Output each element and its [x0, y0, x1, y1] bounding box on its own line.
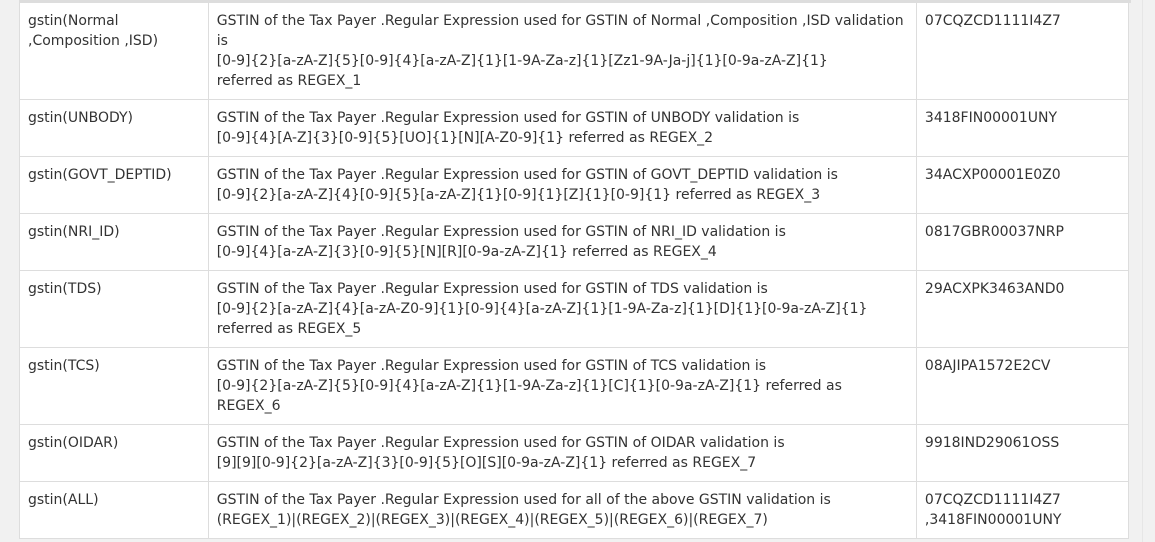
- description-line: GSTIN of the Tax Payer .Regular Expressi…: [216, 492, 831, 508]
- description-line: GSTIN of the Tax Payer .Regular Expressi…: [216, 435, 785, 451]
- sample-value-cell: 07CQZCD1111I4Z7 ,3418FIN00001UNY: [915, 481, 1130, 539]
- description-cell: GSTIN of the Tax Payer .Regular Expressi…: [207, 481, 917, 539]
- description-line: GSTIN of the Tax Payer .Regular Expressi…: [216, 224, 786, 240]
- content-area: gstin(Normal ,Composition ,ISD) GSTIN of…: [0, 0, 1143, 542]
- description-line: [0-9]{4}[A-Z]{3}[0-9]{5}[UO]{1}[N][A-Z0-…: [216, 130, 714, 146]
- description-cell: GSTIN of the Tax Payer .Regular Expressi…: [207, 347, 917, 425]
- field-name-cell: gstin(GOVT_DEPTID): [19, 156, 209, 214]
- description-line: GSTIN of the Tax Payer .Regular Expressi…: [216, 358, 767, 374]
- table-row: gstin(NRI_ID) GSTIN of the Tax Payer .Re…: [19, 213, 1130, 271]
- scrollbar-track[interactable]: [1142, 0, 1155, 542]
- description-line: [0-9]{4}[a-zA-Z]{3}[0-9]{5}[N][R][0-9a-z…: [216, 244, 717, 260]
- table-row: gstin(TCS) GSTIN of the Tax Payer .Regul…: [19, 347, 1130, 425]
- description-line: [0-9]{2}[a-zA-Z]{4}[0-9]{5}[a-zA-Z]{1}[0…: [216, 187, 821, 203]
- description-line: [0-9]{2}[a-zA-Z]{4}[a-zA-Z0-9]{1}[0-9]{4…: [216, 301, 868, 317]
- field-name-cell: gstin(NRI_ID): [19, 213, 209, 271]
- description-cell: GSTIN of the Tax Payer .Regular Expressi…: [207, 213, 917, 271]
- description-line: (REGEX_1)|(REGEX_2)|(REGEX_3)|(REGEX_4)|…: [216, 512, 768, 528]
- sample-value-cell: 3418FIN00001UNY: [915, 99, 1130, 157]
- field-name-cell: gstin(ALL): [19, 481, 209, 539]
- page: gstin(Normal ,Composition ,ISD) GSTIN of…: [0, 0, 1155, 542]
- table-row: gstin(OIDAR) GSTIN of the Tax Payer .Reg…: [19, 424, 1130, 482]
- field-name-cell: gstin(Normal ,Composition ,ISD): [19, 2, 209, 100]
- description-line: [0-9]{2}[a-zA-Z]{5}[0-9]{4}[a-zA-Z]{1}[1…: [216, 378, 842, 394]
- sample-value-cell: 07CQZCD1111I4Z7: [915, 2, 1130, 100]
- description-line: [0-9]{2}[a-zA-Z]{5}[0-9]{4}[a-zA-Z]{1}[1…: [216, 53, 828, 69]
- table-row: gstin(TDS) GSTIN of the Tax Payer .Regul…: [19, 270, 1130, 348]
- description-line: GSTIN of the Tax Payer .Regular Expressi…: [216, 13, 904, 49]
- description-cell: GSTIN of the Tax Payer .Regular Expressi…: [207, 156, 917, 214]
- field-name-cell: gstin(UNBODY): [19, 99, 209, 157]
- table-row: gstin(Normal ,Composition ,ISD) GSTIN of…: [19, 2, 1130, 100]
- description-cell: GSTIN of the Tax Payer .Regular Expressi…: [207, 99, 917, 157]
- field-name-cell: gstin(TDS): [19, 270, 209, 348]
- description-line: GSTIN of the Tax Payer .Regular Expressi…: [216, 281, 768, 297]
- field-name-cell: gstin(OIDAR): [19, 424, 209, 482]
- sample-value-cell: 9918IND29061OSS: [915, 424, 1130, 482]
- sample-value-cell: 08AJIPA1572E2CV: [915, 347, 1130, 425]
- field-name-cell: gstin(TCS): [19, 347, 209, 425]
- description-cell: GSTIN of the Tax Payer .Regular Expressi…: [207, 2, 917, 100]
- sample-value-cell: 0817GBR00037NRP: [915, 213, 1130, 271]
- table-row: gstin(UNBODY) GSTIN of the Tax Payer .Re…: [19, 99, 1130, 157]
- description-cell: GSTIN of the Tax Payer .Regular Expressi…: [207, 270, 917, 348]
- description-line: referred as REGEX_5: [216, 321, 362, 337]
- table-row: gstin(GOVT_DEPTID) GSTIN of the Tax Paye…: [19, 156, 1130, 214]
- description-line: REGEX_6: [216, 398, 281, 414]
- table-row: gstin(ALL) GSTIN of the Tax Payer .Regul…: [19, 481, 1130, 539]
- description-line: referred as REGEX_1: [216, 73, 362, 89]
- sample-value-cell: 29ACXPK3463AND0: [915, 270, 1130, 348]
- description-cell: GSTIN of the Tax Payer .Regular Expressi…: [207, 424, 917, 482]
- description-line: GSTIN of the Tax Payer .Regular Expressi…: [216, 110, 800, 126]
- description-line: [9][9][0-9]{2}[a-zA-Z]{3}[0-9]{5}[O][S][…: [216, 455, 757, 471]
- description-line: GSTIN of the Tax Payer .Regular Expressi…: [216, 167, 838, 183]
- sample-value-cell: 34ACXP00001E0Z0: [915, 156, 1130, 214]
- table-body: gstin(Normal ,Composition ,ISD) GSTIN of…: [19, 2, 1130, 539]
- gstin-regex-table: gstin(Normal ,Composition ,ISD) GSTIN of…: [19, 2, 1130, 539]
